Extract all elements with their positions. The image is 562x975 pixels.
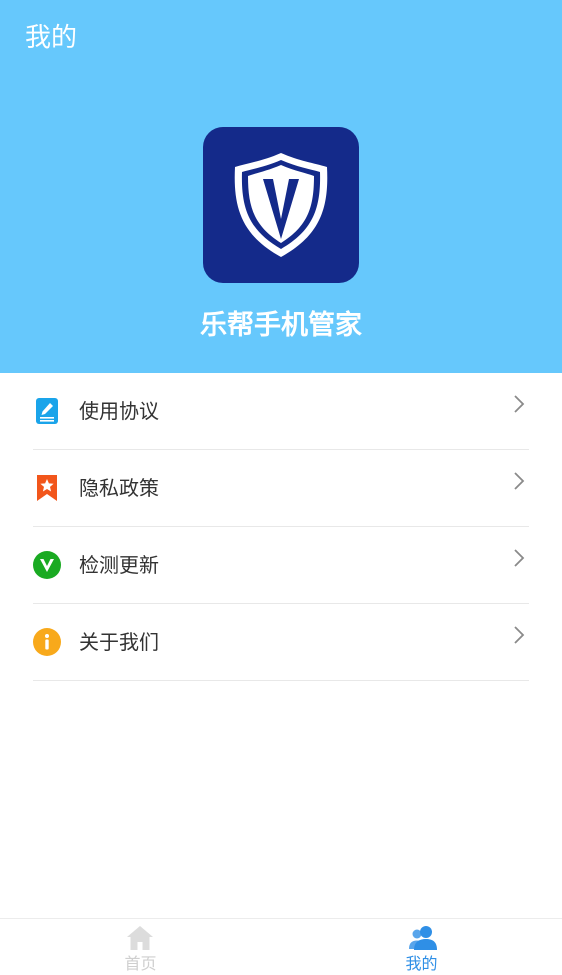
tab-label: 我的 — [405, 954, 438, 973]
chevron-right-icon — [514, 472, 525, 490]
divider — [33, 680, 529, 681]
menu-item-terms[interactable]: 使用协议 — [0, 373, 562, 450]
menu-item-about[interactable]: 关于我们 — [0, 604, 562, 681]
app-name: 乐帮手机管家 — [200, 310, 362, 341]
chevron-right-icon — [514, 395, 525, 413]
menu-item-label: 检测更新 — [79, 553, 159, 577]
v-badge-icon — [33, 551, 61, 579]
menu-item-privacy[interactable]: 隐私政策 — [0, 450, 562, 527]
menu-item-label: 隐私政策 — [79, 476, 159, 500]
chevron-right-icon — [514, 549, 525, 567]
bookmark-star-icon — [37, 475, 57, 501]
shield-v-icon — [234, 153, 328, 257]
chevron-right-icon — [514, 626, 525, 644]
menu-item-label: 关于我们 — [79, 630, 159, 654]
tab-label: 首页 — [124, 954, 157, 973]
user-group-icon — [409, 926, 437, 950]
profile-header: 我的 乐帮手机管家 — [0, 0, 562, 373]
info-icon — [33, 628, 61, 656]
menu-item-check-update[interactable]: 检测更新 — [0, 527, 562, 604]
bottom-tab-bar: 首页 我的 — [0, 918, 562, 975]
menu-item-label: 使用协议 — [79, 399, 159, 423]
document-edit-icon — [36, 398, 58, 424]
tab-mine[interactable]: 我的 — [281, 919, 562, 975]
page-title: 我的 — [25, 23, 78, 53]
tab-home[interactable]: 首页 — [0, 919, 281, 975]
app-logo — [203, 127, 359, 283]
settings-menu: 使用协议 隐私政策 检测更新 关于我们 — [0, 373, 562, 681]
home-icon — [127, 926, 153, 950]
